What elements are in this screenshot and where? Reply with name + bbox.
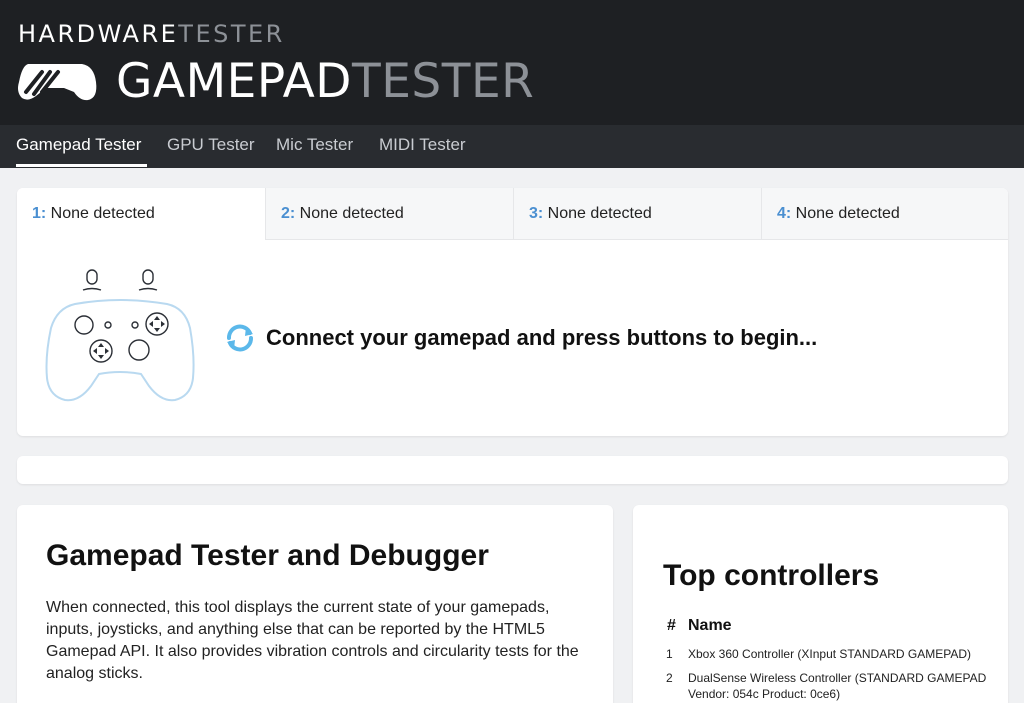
gamepad-tester-panel: 1: None detected 2: None detected 3: Non… bbox=[17, 188, 1008, 436]
tab-status: None detected bbox=[46, 205, 155, 222]
status-strip bbox=[17, 456, 1008, 484]
tab-number: 1: bbox=[32, 205, 47, 222]
column-header-number: # bbox=[667, 617, 676, 634]
tab-gamepad-4-label: 4: None detected bbox=[777, 205, 900, 223]
nav-active-indicator bbox=[16, 164, 147, 167]
tab-gamepad-1[interactable]: 1: None detected bbox=[17, 188, 265, 240]
nav-gamepad-tester[interactable]: Gamepad Tester bbox=[16, 135, 141, 155]
tab-number: 2: bbox=[281, 205, 296, 222]
brand-tester: TESTER bbox=[352, 54, 535, 109]
gamepad-outline-icon bbox=[45, 269, 195, 402]
tab-status: None detected bbox=[295, 205, 404, 222]
gamepad-tabs: 1: None detected 2: None detected 3: Non… bbox=[17, 188, 1008, 240]
connect-message: Connect your gamepad and press buttons t… bbox=[266, 325, 818, 350]
tab-gamepad-4[interactable]: 4: None detected bbox=[761, 188, 1008, 240]
brand-logo-text[interactable]: GAMEPADTESTER bbox=[116, 54, 534, 110]
brand-gamepad: GAMEPAD bbox=[116, 54, 352, 109]
column-header-name: Name bbox=[688, 617, 732, 634]
brand-tagline-hardware: HARDWARE bbox=[18, 20, 179, 48]
gamepad-logo-icon[interactable] bbox=[16, 58, 98, 104]
top-controllers-title: Top controllers bbox=[663, 559, 880, 592]
refresh-icon bbox=[227, 324, 253, 352]
tab-status: None detected bbox=[791, 205, 900, 222]
top-controllers-panel: Top controllers # Name 1 Xbox 360 Contro… bbox=[633, 505, 1008, 703]
table-row-number: 1 bbox=[666, 647, 673, 661]
tab-number: 4: bbox=[777, 205, 792, 222]
brand-tagline-tester: TESTER bbox=[178, 20, 285, 48]
tab-gamepad-1-label: 1: None detected bbox=[32, 205, 155, 223]
nav-mic-tester[interactable]: Mic Tester bbox=[276, 135, 353, 155]
tab-gamepad-2-label: 2: None detected bbox=[281, 205, 404, 223]
about-panel: Gamepad Tester and Debugger When connect… bbox=[17, 505, 613, 703]
tab-number: 3: bbox=[529, 205, 544, 222]
tab-status: None detected bbox=[543, 205, 652, 222]
main-nav: Gamepad Tester GPU Tester Mic Tester MID… bbox=[0, 125, 1024, 168]
table-row-name[interactable]: Xbox 360 Controller (XInput STANDARD GAM… bbox=[688, 646, 988, 662]
table-row-name[interactable]: DualSense Wireless Controller (STANDARD … bbox=[688, 670, 988, 702]
table-row-number: 2 bbox=[666, 671, 673, 685]
nav-midi-tester[interactable]: MIDI Tester bbox=[379, 135, 466, 155]
nav-gpu-tester[interactable]: GPU Tester bbox=[167, 135, 255, 155]
tab-gamepad-3[interactable]: 3: None detected bbox=[513, 188, 761, 240]
tab-gamepad-3-label: 3: None detected bbox=[529, 205, 652, 223]
brand-tagline: HARDWARETESTER bbox=[18, 20, 285, 48]
about-description: When connected, this tool displays the c… bbox=[46, 599, 579, 682]
tab-gamepad-2[interactable]: 2: None detected bbox=[265, 188, 513, 240]
site-header: HARDWARETESTER GAMEPADTESTER bbox=[0, 0, 1024, 125]
about-title: Gamepad Tester and Debugger bbox=[46, 539, 489, 572]
